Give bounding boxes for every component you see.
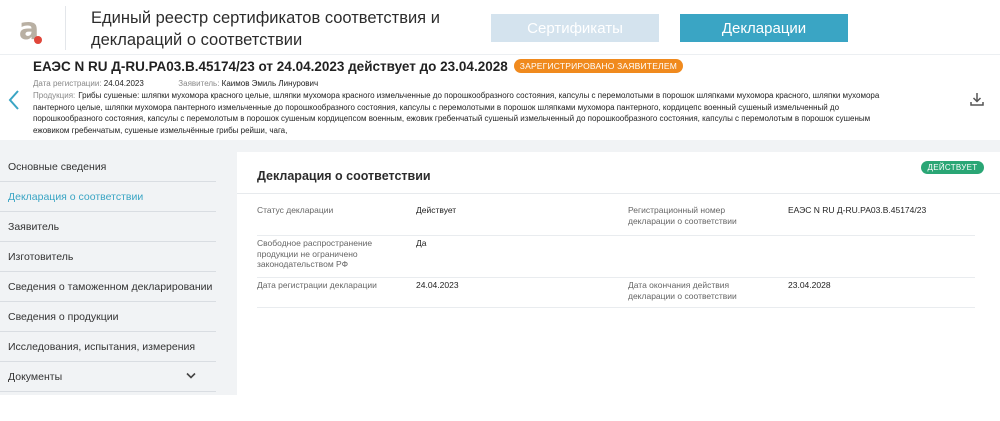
sidebar-item-research[interactable]: Исследования, испытания, измерения xyxy=(0,332,216,362)
table-row: Статус декларации Действует Регистрацион… xyxy=(257,203,975,236)
card-title: Декларация о соответствии xyxy=(257,169,431,183)
field-value: 23.04.2028 xyxy=(788,280,831,290)
sidebar-item-applicant[interactable]: Заявитель xyxy=(0,212,216,242)
table-row: Дата регистрации декларации 24.04.2023 Д… xyxy=(257,278,975,308)
sidebar-item-products[interactable]: Сведения о продукции xyxy=(0,302,216,332)
details-table: Статус декларации Действует Регистрацион… xyxy=(257,203,975,308)
products-description: Продукция: Грибы сушеные: шляпки мухомора… xyxy=(33,90,893,136)
chevron-down-icon[interactable] xyxy=(186,372,196,380)
sidebar-item-label: Сведения о таможенном декларировании xyxy=(8,280,213,293)
applicant-value: Каимов Эмиль Линурович xyxy=(221,79,319,88)
sidebar-item-label: Сведения о продукции xyxy=(8,310,119,323)
top-bar: a Единый реестр сертификатов соответстви… xyxy=(0,0,1000,54)
sidebar-item-label: Исследования, испытания, измерения xyxy=(8,340,196,353)
sidebar-item-basic-info[interactable]: Основные сведения xyxy=(0,152,216,182)
status-badge: ДЕЙСТВУЕТ xyxy=(921,161,984,174)
logo-divider xyxy=(65,6,66,50)
field-label: Дата регистрации декларации xyxy=(257,280,377,290)
field-value: Да xyxy=(416,238,427,248)
divider xyxy=(237,193,1000,194)
sidebar-item-label: Документы xyxy=(8,370,63,383)
page-bottom xyxy=(0,395,1000,421)
field-value: ЕАЭС N RU Д-RU.РА03.В.45174/23 xyxy=(788,205,927,215)
reg-date-value: 24.04.2023 xyxy=(103,79,144,88)
download-icon[interactable] xyxy=(969,91,985,107)
sidebar-item-label: Декларация о соответствии xyxy=(8,190,144,203)
sidebar-item-label: Заявитель xyxy=(8,220,60,233)
document-title-text: ЕАЭС N RU Д-RU.РА03.В.45174/23 от 24.04.… xyxy=(33,59,508,74)
field-value: Действует xyxy=(416,205,457,215)
products-label: Продукция: xyxy=(33,91,76,100)
sidebar-item-documents[interactable]: Документы xyxy=(0,362,216,392)
sidebar-item-declaration[interactable]: Декларация о соответствии xyxy=(0,182,216,212)
applicant-label: Заявитель: xyxy=(178,79,220,88)
field-label: Статус декларации xyxy=(257,205,334,215)
document-title: ЕАЭС N RU Д-RU.РА03.В.45174/23 от 24.04.… xyxy=(33,59,683,74)
reg-date-label: Дата регистрации: xyxy=(33,79,102,88)
tab-declarations[interactable]: Декларации xyxy=(680,14,848,42)
document-header: ЕАЭС N RU Д-RU.РА03.В.45174/23 от 24.04.… xyxy=(0,54,1000,140)
table-row: Свободное распространение продукции не о… xyxy=(257,236,975,278)
a-logo-icon[interactable]: a xyxy=(10,10,48,48)
sidebar-item-manufacturer[interactable]: Изготовитель xyxy=(0,242,216,272)
tab-certificates[interactable]: Сертификаты xyxy=(491,14,659,42)
field-label: Регистрационный номер декларации о соотв… xyxy=(628,205,737,226)
sidebar-item-customs[interactable]: Сведения о таможенном декларировании xyxy=(0,272,216,302)
sidebar-item-label: Основные сведения xyxy=(8,160,107,173)
back-arrow-icon[interactable] xyxy=(7,89,21,111)
products-value: Грибы сушеные: шляпки мухомора красного … xyxy=(33,91,880,135)
field-value: 24.04.2023 xyxy=(416,280,459,290)
site-title: Единый реестр сертификатов соответствия … xyxy=(91,9,440,49)
sidebar-item-label: Изготовитель xyxy=(8,250,74,263)
sidebar: Основные сведения Декларация о соответст… xyxy=(0,152,216,392)
status-pill: ЗАРЕГИСТРИРОВАНО ЗАЯВИТЕЛЕМ xyxy=(513,59,683,73)
field-label: Свободное распространение продукции не о… xyxy=(257,238,373,269)
declaration-card: Декларация о соответствии ДЕЙСТВУЕТ Стат… xyxy=(237,152,1000,395)
meta-row: Дата регистрации: 24.04.2023 Заявитель: … xyxy=(33,79,318,88)
field-label: Дата окончания действия декларации о соо… xyxy=(628,280,737,301)
